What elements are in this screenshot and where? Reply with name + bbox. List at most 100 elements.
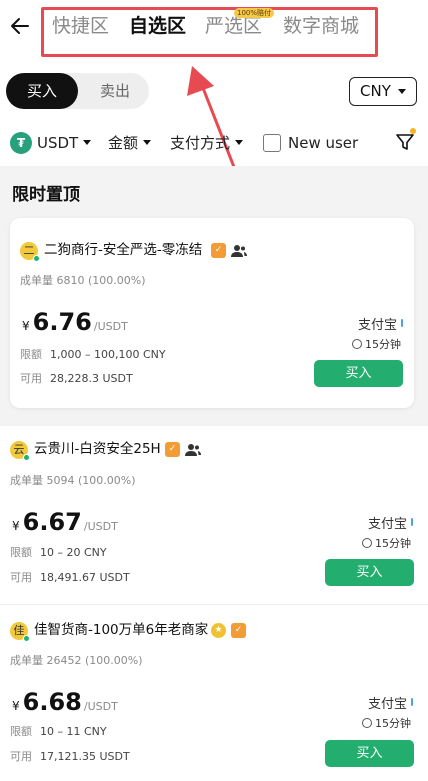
pinned-listing-card[interactable]: 二 二狗商行-安全严选-零冻结 ✓ 成单量 6810 (100.00%) ¥6.… (10, 218, 414, 408)
deal-count-value: 6810 (56, 274, 85, 287)
online-indicator (23, 454, 30, 461)
amount-filter[interactable]: 金额 (108, 133, 152, 153)
payment-method: 支付宝 (368, 697, 408, 712)
chevron-down-icon (143, 140, 152, 145)
sell-tab[interactable]: 卖出 (84, 73, 146, 109)
price-value: 6.76 (32, 308, 92, 336)
merchant-avatar: 佳 (10, 622, 30, 642)
timer-icon (362, 718, 372, 728)
deal-count-label: 成单量 (20, 274, 53, 287)
payment-time-limit: 15分钟 (362, 535, 411, 551)
available-amount: 可用 17,121.35 USDT (10, 748, 130, 764)
payment-color-bar (411, 698, 413, 706)
price-value: 6.68 (22, 688, 82, 716)
available-label: 可用 (20, 372, 42, 385)
trade-limit: 限额 10 – 20 CNY (10, 544, 107, 560)
deal-count: 成单量 26452 (100.00%) (10, 652, 143, 668)
available-label: 可用 (10, 750, 32, 763)
unit-price: ¥6.68/USDT (12, 688, 118, 716)
completion-rate: (100.00%) (85, 654, 143, 667)
chevron-down-icon (235, 140, 244, 145)
avatar-initial: 云 (13, 443, 25, 456)
merchant-name[interactable]: 云贵川-白资安全25H (34, 440, 161, 458)
limit-value: 1,000 – 100,100 CNY (50, 348, 166, 361)
new-user-checkbox[interactable] (263, 134, 281, 152)
coin-filter[interactable]: USDT (37, 133, 92, 153)
available-value: 17,121.35 USDT (40, 750, 130, 763)
buy-tab[interactable]: 买入 (6, 73, 78, 109)
section-title: 限时置顶 (12, 185, 80, 205)
limit-label: 限额 (20, 348, 42, 361)
limit-label: 限额 (10, 725, 32, 738)
payment-filter[interactable]: 支付方式 (170, 133, 244, 153)
payment-time-limit: 15分钟 (352, 336, 401, 352)
deal-count-value: 26452 (46, 654, 82, 667)
price-value: 6.67 (22, 508, 82, 536)
completion-rate: (100.00%) (88, 274, 146, 287)
amount-filter-label: 金额 (108, 134, 139, 152)
listing-item[interactable]: 佳 佳智货商-100万单6年老商家 ★ ✓ 成单量 26452 (100.00%… (0, 606, 428, 781)
merchant-avatar: 二 (20, 242, 40, 262)
currency-value: CNY (360, 82, 391, 100)
deal-count-value: 5094 (46, 474, 75, 487)
time-limit-value: 15分钟 (375, 537, 411, 550)
deal-count: 成单量 5094 (100.00%) (10, 472, 136, 488)
online-indicator (23, 635, 30, 642)
avatar-initial: 二 (23, 244, 35, 257)
buy-button[interactable]: 买入 (314, 360, 403, 387)
unit-price: ¥6.76/USDT (22, 308, 128, 336)
limit-label: 限额 (10, 546, 32, 559)
payment-color-bar (401, 319, 403, 327)
limit-value: 10 – 11 CNY (40, 725, 107, 738)
time-limit-value: 15分钟 (365, 338, 401, 351)
price-unit: /USDT (83, 700, 118, 713)
verified-merchant-icon: ✓ (231, 623, 246, 638)
timer-icon (352, 339, 362, 349)
avatar-initial: 佳 (13, 624, 25, 637)
chevron-down-icon (398, 89, 406, 94)
available-label: 可用 (10, 571, 32, 584)
price-unit: /USDT (83, 520, 118, 533)
deal-count: 成单量 6810 (100.00%) (20, 272, 146, 288)
trade-limit: 限额 10 – 11 CNY (10, 723, 107, 739)
payment-filter-label: 支付方式 (170, 134, 231, 152)
trade-limit: 限额 1,000 – 100,100 CNY (20, 346, 166, 362)
currency-symbol: ¥ (12, 699, 20, 713)
filter-active-dot (410, 128, 416, 134)
usdt-coin-icon: ₮ (10, 132, 32, 154)
available-value: 18,491.67 USDT (40, 571, 130, 584)
verified-merchant-icon: ✓ (211, 243, 226, 258)
coin-filter-label: USDT (37, 134, 79, 152)
timer-icon (362, 538, 372, 548)
deal-count-label: 成单量 (10, 474, 43, 487)
currency-symbol: ¥ (22, 319, 30, 333)
group-icon (185, 444, 201, 456)
buy-sell-toggle: 买入 卖出 (6, 73, 149, 109)
available-amount: 可用 18,491.67 USDT (10, 569, 130, 585)
buy-button[interactable]: 买入 (325, 559, 414, 586)
chevron-down-icon (83, 140, 92, 145)
unit-price: ¥6.67/USDT (12, 508, 118, 536)
new-user-label: New user (288, 134, 359, 152)
listing-item[interactable]: 云 云贵川-白资安全25H ✓ 成单量 5094 (100.00%) ¥6.67… (0, 426, 428, 606)
filter-funnel-icon[interactable] (394, 131, 416, 153)
time-limit-value: 15分钟 (375, 717, 411, 730)
payment-color-bar (411, 518, 413, 526)
divider (0, 604, 428, 605)
limit-value: 10 – 20 CNY (40, 546, 107, 559)
available-amount: 可用 28,228.3 USDT (20, 370, 133, 386)
price-unit: /USDT (93, 320, 128, 333)
merchant-avatar: 云 (10, 441, 30, 461)
group-icon (231, 245, 247, 257)
merchant-name[interactable]: 佳智货商-100万单6年老商家 (34, 621, 208, 639)
payment-time-limit: 15分钟 (362, 715, 411, 731)
gold-merchant-icon: ★ (211, 623, 226, 638)
buy-button[interactable]: 买入 (325, 740, 414, 767)
deal-count-label: 成单量 (10, 654, 43, 667)
verified-merchant-icon: ✓ (165, 442, 180, 457)
currency-select[interactable]: CNY (349, 77, 417, 106)
available-value: 28,228.3 USDT (50, 372, 133, 385)
merchant-name[interactable]: 二狗商行-安全严选-零冻结 (44, 241, 202, 259)
currency-symbol: ¥ (12, 519, 20, 533)
completion-rate: (100.00%) (78, 474, 136, 487)
